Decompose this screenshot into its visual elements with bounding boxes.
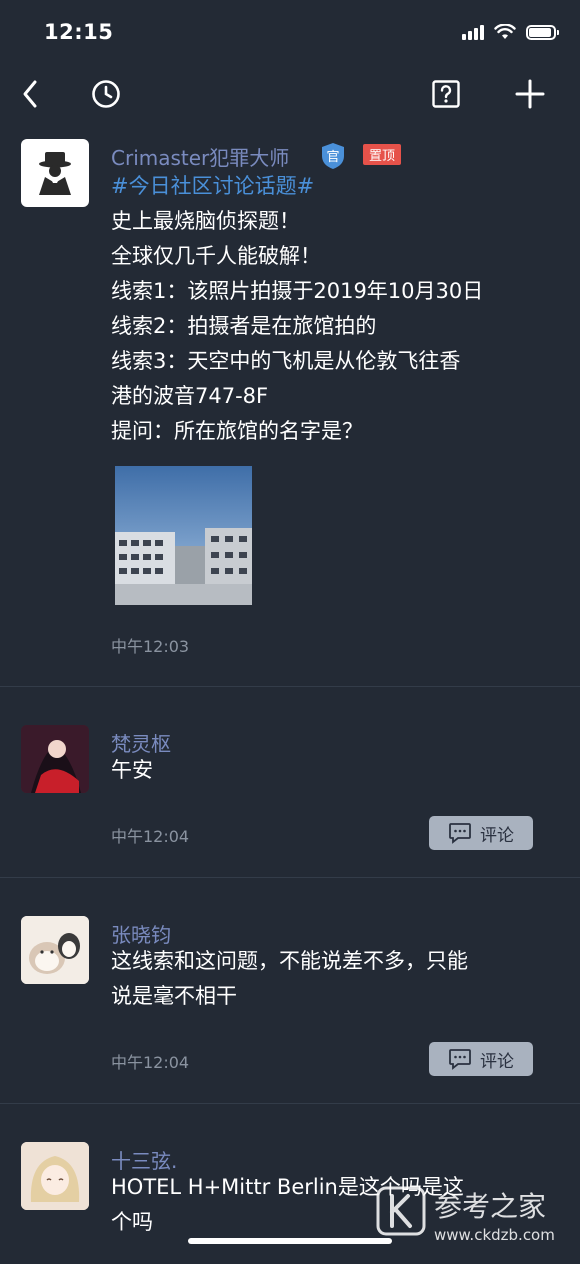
avatar[interactable] <box>21 1142 89 1210</box>
post-item: 梵灵枢 午安 中午12:04 评论 <box>0 687 580 878</box>
content-line: 线索2：拍摄者是在旅馆拍的 <box>111 314 377 338</box>
signal-icon <box>462 24 484 40</box>
content-line: 全球仅几千人能破解！ <box>111 244 321 268</box>
comment-bubble-icon <box>449 1049 471 1070</box>
avatar[interactable] <box>21 139 89 207</box>
content-line: 港的波音747-8F <box>111 384 269 408</box>
battery-icon <box>526 24 559 40</box>
content-line: 午安 <box>111 758 153 782</box>
post-item: 张晓钧 这线索和这问题，不能说差不多，只能 说是毫不相干 中午12:04 评论 <box>0 878 580 1104</box>
watermark-brand: 参考之家 <box>434 1190 546 1223</box>
comment-button[interactable]: 评论 <box>429 1042 533 1076</box>
post-photo[interactable] <box>115 466 252 605</box>
help-button[interactable] <box>426 74 466 114</box>
watermark-url: www.ckdzb.com <box>434 1226 555 1244</box>
anime-avatar-icon <box>21 725 89 793</box>
add-icon <box>515 79 545 109</box>
detective-avatar-icon <box>39 152 71 195</box>
history-button[interactable] <box>86 74 126 114</box>
status-time: 12:15 <box>44 20 114 44</box>
username[interactable]: Crimaster犯罪大师 <box>111 142 289 171</box>
comment-bubble-icon <box>449 823 471 844</box>
wifi-icon <box>494 24 516 39</box>
post-content: 午安 <box>111 753 531 788</box>
history-clock-icon <box>92 80 120 108</box>
content-line: 提问：所在旅馆的名字是？ <box>111 419 363 443</box>
avatar[interactable] <box>21 916 89 984</box>
content-line: 史上最烧脑侦探题！ <box>111 209 300 233</box>
status-bar: 12:15 <box>0 0 580 64</box>
content-line: 这线索和这问题，不能说差不多，只能 <box>111 949 468 973</box>
back-button[interactable] <box>10 74 50 114</box>
add-button[interactable] <box>510 74 550 114</box>
content-line: 线索1：该照片拍摄于2019年10月30日 <box>111 279 484 303</box>
comment-button[interactable]: 评论 <box>429 816 533 850</box>
comment-label: 评论 <box>480 825 514 846</box>
post-content: #今日社区讨论话题# 史上最烧脑侦探题！ 全球仅几千人能破解！ 线索1：该照片拍… <box>111 169 531 449</box>
content-line: 说是毫不相干 <box>111 984 237 1008</box>
svg-text:官: 官 <box>326 149 339 165</box>
feed: Crimaster犯罪大师 官 置顶 #今日社区讨论话题# 史上最烧脑侦探题！ … <box>0 122 580 1264</box>
anime-girl-avatar-icon <box>21 1142 89 1210</box>
watermark: 参考之家 www.ckdzb.com <box>372 1180 580 1255</box>
help-icon <box>432 80 460 108</box>
comment-label: 评论 <box>480 1051 514 1072</box>
home-indicator[interactable] <box>188 1238 392 1244</box>
post-item: Crimaster犯罪大师 官 置顶 #今日社区讨论话题# 史上最烧脑侦探题！ … <box>0 122 580 687</box>
penguin-avatar-icon <box>21 916 89 984</box>
post-time: 中午12:03 <box>111 637 190 656</box>
post-time: 中午12:04 <box>111 1053 190 1072</box>
post-time: 中午12:04 <box>111 827 190 846</box>
nav-bar <box>0 64 580 122</box>
post-content: 这线索和这问题，不能说差不多，只能 说是毫不相干 <box>111 944 531 1014</box>
avatar[interactable] <box>21 725 89 793</box>
pinned-badge: 置顶 <box>363 144 402 165</box>
content-line: 线索3：天空中的飞机是从伦敦飞往香 <box>111 349 461 373</box>
back-icon <box>23 80 37 108</box>
hashtag-link[interactable]: #今日社区讨论话题# <box>111 169 531 204</box>
status-icons <box>462 24 559 40</box>
